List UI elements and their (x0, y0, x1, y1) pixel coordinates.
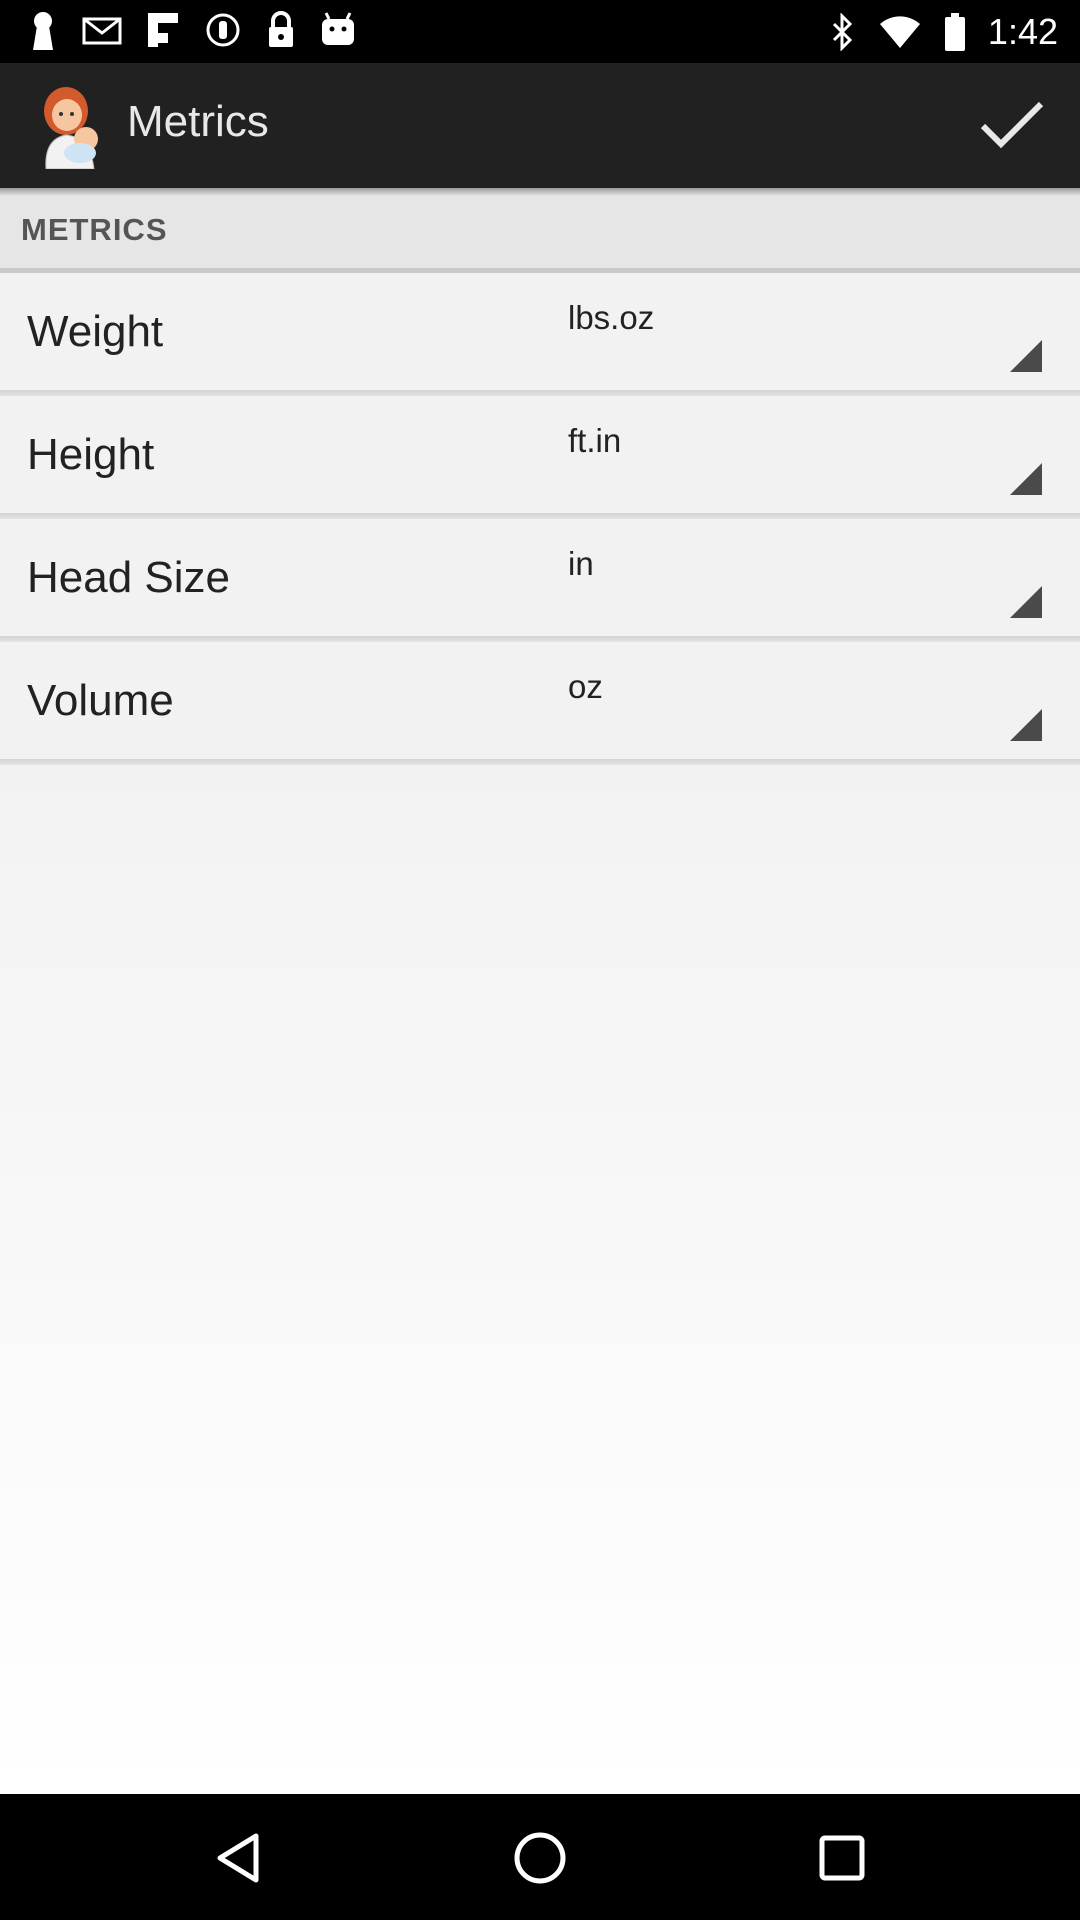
dropdown-arrow-icon (1010, 586, 1042, 618)
back-button[interactable] (202, 1822, 274, 1894)
weight-label: Weight (27, 307, 164, 356)
battery-icon (944, 12, 965, 51)
confirm-button[interactable] (974, 87, 1050, 163)
head-size-label: Head Size (27, 553, 231, 602)
weight-unit-spinner[interactable]: lbs.oz (568, 299, 654, 337)
section-header-label: METRICS (21, 212, 168, 247)
home-icon (514, 1832, 566, 1884)
dropdown-arrow-icon (1010, 340, 1042, 372)
recents-button[interactable] (806, 1822, 878, 1894)
flipboard-icon (148, 13, 178, 47)
preferences-screen: METRICS Weight lbs.oz Height ft.in Head … (0, 188, 1080, 1794)
volume-unit-spinner[interactable]: oz (568, 668, 603, 706)
volume-unit-row[interactable]: Volume oz (0, 642, 1080, 765)
height-label: Height (27, 430, 155, 479)
radio-icon (206, 13, 240, 47)
notification-icons (28, 10, 356, 50)
height-unit-row[interactable]: Height ft.in (0, 396, 1080, 519)
app-bar: Metrics (0, 63, 1080, 188)
dropdown-arrow-icon (1010, 709, 1042, 741)
mail-icon (82, 17, 122, 45)
back-icon (217, 1833, 259, 1883)
checkmark-icon (980, 101, 1044, 149)
weight-unit-row[interactable]: Weight lbs.oz (0, 273, 1080, 396)
head-size-unit-spinner[interactable]: in (568, 545, 594, 583)
app-bar-shadow (0, 188, 1080, 196)
height-unit-spinner[interactable]: ft.in (568, 422, 621, 460)
dropdown-arrow-icon (1010, 463, 1042, 495)
keyhole-icon (33, 12, 53, 50)
volume-label: Volume (27, 676, 174, 725)
home-button[interactable] (504, 1822, 576, 1894)
navigation-bar (0, 1794, 1080, 1920)
lock-icon (269, 11, 293, 47)
clock: 1:42 (987, 10, 1058, 52)
section-header: METRICS (0, 188, 1080, 268)
mother-baby-logo (44, 87, 98, 169)
page-title: Metrics (127, 97, 269, 146)
bluetooth-icon (832, 12, 853, 51)
head-size-unit-row[interactable]: Head Size in (0, 519, 1080, 642)
android-icon (322, 12, 354, 45)
recents-icon (819, 1835, 865, 1881)
system-status: 1:42 (830, 0, 1058, 63)
wifi-icon (879, 15, 920, 48)
status-bar: 1:42 (0, 0, 1080, 63)
